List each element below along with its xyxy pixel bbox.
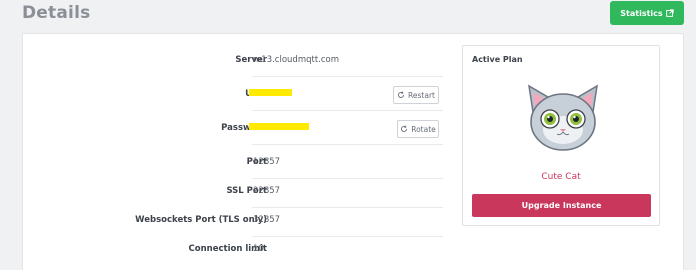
detail-row-connection-limit: Connection limit 10 (23, 232, 443, 266)
active-plan-card: Active Plan Cute Cat Upgrade Instance (462, 45, 660, 226)
websockets-port-value: 32857 (253, 215, 281, 225)
port-value: 12857 (253, 157, 281, 167)
plan-name: Cute Cat (541, 172, 581, 182)
refresh-icon (401, 125, 408, 132)
server-value: m13.cloudmqtt.com (253, 55, 340, 65)
upgrade-instance-button[interactable]: Upgrade Instance (472, 194, 651, 217)
detail-row-password: Password Rotate (23, 111, 443, 145)
detail-row-user: User Restart (23, 77, 443, 111)
websockets-port-label: Websockets Port (TLS only) (135, 215, 267, 225)
refresh-icon (398, 91, 405, 98)
restart-button-label: Restart (408, 90, 435, 100)
active-plan-heading: Active Plan (472, 55, 523, 64)
user-redaction (249, 89, 292, 96)
detail-row-server: Server m13.cloudmqtt.com (23, 43, 443, 77)
ssl-port-value: 22857 (253, 186, 281, 196)
external-link-icon (665, 9, 674, 17)
details-panel: Server m13.cloudmqtt.com User Restart Pa… (22, 33, 684, 270)
rotate-button[interactable]: Rotate (397, 120, 439, 138)
cute-cat-icon (528, 84, 598, 151)
password-redaction (249, 123, 309, 130)
page-title: Details (22, 3, 91, 23)
restart-button[interactable]: Restart (393, 86, 439, 104)
connection-limit-value: 10 (253, 244, 264, 254)
statistics-button-label: Statistics (620, 8, 663, 18)
statistics-button[interactable]: Statistics (610, 1, 684, 25)
rotate-button-label: Rotate (411, 124, 436, 134)
